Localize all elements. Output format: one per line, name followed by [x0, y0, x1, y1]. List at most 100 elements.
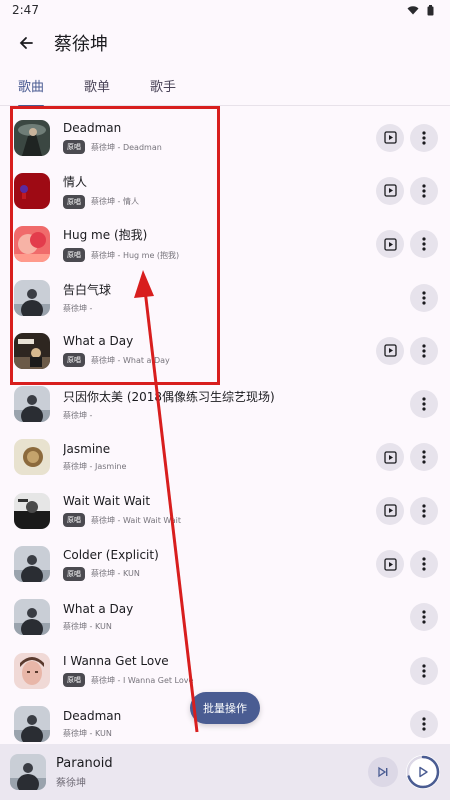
- more-button[interactable]: [410, 443, 438, 472]
- song-actions: [376, 550, 438, 579]
- more-button[interactable]: [410, 176, 438, 205]
- song-subtitle-row: 蔡徐坤 - KUN: [63, 621, 376, 632]
- original-badge: 原唱: [63, 194, 85, 209]
- mv-button[interactable]: [376, 496, 404, 525]
- song-subtitle: 蔡徐坤 - I Wanna Get Love: [91, 675, 194, 685]
- more-vertical-icon: [422, 184, 426, 198]
- more-button[interactable]: [410, 603, 438, 632]
- song-actions: [376, 390, 438, 419]
- song-subtitle-row: 原唱 蔡徐坤 - KUN: [63, 566, 376, 581]
- original-badge: 原唱: [63, 566, 85, 581]
- song-info: What a Day 蔡徐坤 - KUN: [63, 602, 376, 632]
- mv-button[interactable]: [376, 336, 404, 365]
- song-title: 告白气球: [63, 283, 112, 298]
- song-actions: [376, 336, 438, 365]
- wifi-icon: [407, 6, 419, 15]
- song-actions: [376, 709, 438, 738]
- more-vertical-icon: [422, 397, 426, 411]
- song-subtitle: 蔡徐坤 - 情人: [91, 197, 139, 207]
- song-subtitle: 蔡徐坤 - KUN: [63, 622, 112, 632]
- player-cover: [10, 754, 46, 790]
- status-bar: 2:47: [0, 0, 450, 20]
- tab-artists[interactable]: 歌手: [150, 66, 176, 106]
- song-info: I Wanna Get Love 原唱 蔡徐坤 - I Wanna Get Love: [63, 654, 376, 688]
- play-square-icon: [383, 131, 397, 144]
- original-badge: 原唱: [63, 353, 85, 368]
- arrow-left-icon: [19, 37, 33, 49]
- mv-button[interactable]: [376, 550, 404, 579]
- song-subtitle: 蔡徐坤 - Deadman: [91, 142, 162, 152]
- tab-playlists[interactable]: 歌单: [84, 66, 110, 106]
- song-title: What a Day: [63, 334, 134, 349]
- more-button[interactable]: [410, 550, 438, 579]
- more-button[interactable]: [410, 123, 438, 152]
- tab-bar: 歌曲 歌单 歌手: [0, 66, 450, 107]
- more-button[interactable]: [410, 283, 438, 312]
- song-actions: [376, 123, 438, 152]
- song-cover: [14, 279, 50, 316]
- batch-action-button[interactable]: 批量操作: [190, 692, 260, 724]
- mv-button[interactable]: [376, 176, 404, 205]
- song-row[interactable]: I Wanna Get Love 原唱 蔡徐坤 - I Wanna Get Love: [0, 644, 450, 697]
- song-row[interactable]: Hug me (抱我) 原唱 蔡徐坤 - Hug me (抱我): [0, 218, 450, 271]
- song-row[interactable]: 只因你太美 (2018偶像练习生综艺现场) 蔡徐坤 -: [0, 377, 450, 430]
- song-cover: [14, 546, 50, 583]
- tab-songs[interactable]: 歌曲: [18, 66, 45, 107]
- play-square-icon: [383, 451, 397, 464]
- song-actions: [376, 603, 438, 632]
- song-subtitle: 蔡徐坤 - Hug me (抱我): [91, 250, 180, 260]
- song-info: Jasmine 蔡徐坤 - Jasmine: [63, 442, 376, 472]
- battery-icon: [427, 4, 434, 15]
- mv-button[interactable]: [376, 123, 404, 152]
- song-subtitle-row: 蔡徐坤 - KUN: [63, 728, 376, 739]
- more-vertical-icon: [422, 717, 426, 731]
- song-cover: [14, 652, 50, 689]
- more-vertical-icon: [422, 450, 426, 465]
- song-row[interactable]: 告白气球蔡徐坤 -: [0, 271, 450, 324]
- mv-button[interactable]: [376, 443, 404, 472]
- song-row[interactable]: What a Day 蔡徐坤 - KUN: [0, 591, 450, 644]
- song-subtitle: 蔡徐坤 -: [63, 304, 93, 314]
- song-actions: [376, 656, 438, 685]
- song-cover: [14, 492, 50, 529]
- player-artist: 蔡徐坤: [56, 777, 86, 789]
- song-title: 只因你太美 (2018偶像练习生综艺现场): [63, 389, 275, 404]
- song-info: Deadman 原唱 蔡徐坤 - Deadman: [63, 121, 376, 155]
- play-square-icon: [383, 344, 397, 357]
- more-button[interactable]: [410, 390, 438, 419]
- song-row[interactable]: What a Day 原唱 蔡徐坤 - What a Day: [0, 324, 450, 377]
- play-square-icon: [383, 504, 397, 517]
- play-button[interactable]: [406, 755, 440, 789]
- song-title: Deadman: [63, 121, 122, 136]
- back-button[interactable]: [12, 29, 40, 57]
- song-subtitle-row: 原唱 蔡徐坤 - 情人: [63, 194, 376, 209]
- more-vertical-icon: [422, 557, 426, 571]
- song-subtitle: 蔡徐坤 - What a Day: [91, 355, 170, 365]
- song-actions: [376, 283, 438, 312]
- song-cover: [14, 226, 50, 263]
- song-title: Wait Wait Wait: [63, 494, 151, 509]
- more-button[interactable]: [410, 656, 438, 685]
- song-row[interactable]: Deadman 原唱 蔡徐坤 - Deadman: [0, 111, 450, 164]
- more-vertical-icon: [422, 610, 426, 624]
- song-row[interactable]: Jasmine 蔡徐坤 - Jasmine: [0, 431, 450, 484]
- mv-button[interactable]: [376, 230, 404, 259]
- more-vertical-icon: [422, 290, 426, 305]
- song-actions: [376, 443, 438, 472]
- next-button[interactable]: [368, 757, 398, 787]
- mini-player[interactable]: Paranoid 蔡徐坤: [0, 744, 450, 800]
- song-row[interactable]: 情人 原唱 蔡徐坤 - 情人: [0, 164, 450, 217]
- more-vertical-icon: [422, 504, 426, 518]
- more-button[interactable]: [410, 336, 438, 365]
- more-button[interactable]: [410, 230, 438, 259]
- song-row[interactable]: Colder (Explicit) 原唱 蔡徐坤 - KUN: [0, 537, 450, 590]
- more-button[interactable]: [410, 496, 438, 525]
- more-button[interactable]: [410, 709, 438, 738]
- app-bar: 蔡徐坤: [0, 20, 450, 66]
- song-info: 只因你太美 (2018偶像练习生综艺现场) 蔡徐坤 -: [63, 388, 376, 421]
- song-actions: [376, 230, 438, 259]
- song-subtitle-row: 原唱 蔡徐坤 - What a Day: [63, 353, 376, 368]
- song-subtitle-row: 蔡徐坤 - Jasmine: [63, 461, 376, 472]
- song-row[interactable]: Wait Wait Wait 原唱 蔡徐坤 - Wait Wait Wait: [0, 484, 450, 537]
- song-subtitle: 蔡徐坤 - Jasmine: [63, 462, 127, 472]
